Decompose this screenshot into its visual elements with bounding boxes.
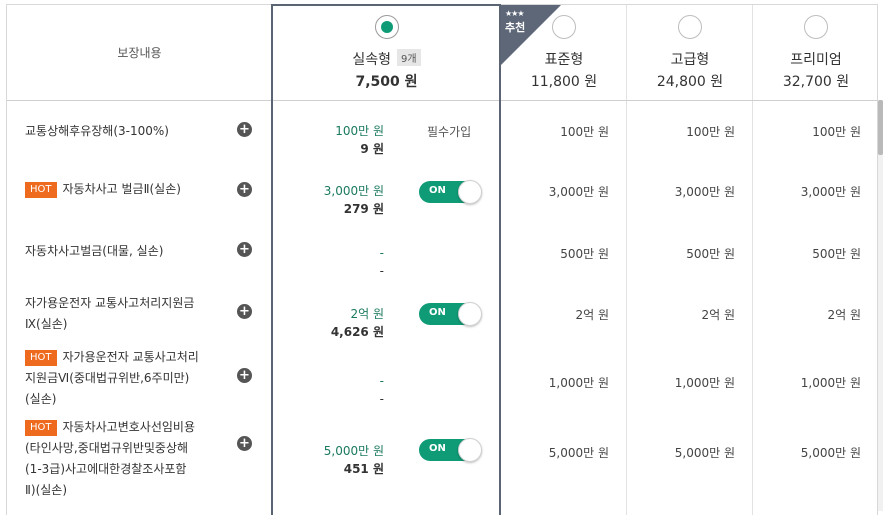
plan-header-advanced[interactable]: 고급형 24,800 원 (627, 5, 753, 101)
coverage-value-basic: - - (379, 374, 384, 406)
scrollbar-thumb[interactable] (878, 100, 883, 155)
coverage-value-premium: 1,000만 원 (800, 376, 861, 390)
table-row: 자가용운전자 교통사고처리지원금 Ⅸ(실손) + 2억 원 4,626 원 ON… (7, 293, 879, 353)
hot-badge: HOT (25, 350, 57, 366)
table-row: HOT 자가용운전자 교통사고처리 지원금Ⅵ(중대법규위반,6주미만) (실손) … (7, 347, 879, 415)
plus-icon[interactable]: + (237, 242, 252, 257)
plan-name-standard: 표준형 (544, 52, 584, 68)
coverage-header-cell: 보장내용 (7, 5, 272, 101)
table-row: 자동차사고벌금(대물, 실손) + - - 500만 원 500만 원 500만… (7, 239, 879, 289)
plus-icon[interactable]: + (237, 304, 252, 319)
coverage-value-standard: 1,000만 원 (548, 376, 609, 390)
required-label: 필수가입 (427, 125, 472, 139)
coverage-value-premium: 3,000만 원 (800, 185, 861, 199)
plan-name-advanced: 고급형 (670, 52, 710, 68)
coverage-label: HOT 자동차사고 벌금Ⅱ(실손) (25, 179, 225, 200)
scrollbar-track[interactable] (878, 100, 883, 511)
plan-price-premium: 32,700 원 (782, 74, 850, 90)
coverage-value-premium: 100만 원 (812, 125, 861, 139)
plus-icon[interactable]: + (237, 368, 252, 383)
table-row: HOT 자동차사고변호사선임비용 (타인사망,중대법규위반및중상해 (1-3급)사… (7, 417, 879, 507)
coverage-value-basic: - - (379, 246, 384, 278)
coverage-value-basic: 100만 원 9 원 (335, 124, 384, 156)
coverage-value-premium: 500만 원 (812, 247, 861, 261)
coverage-value-advanced: 100만 원 (686, 125, 735, 139)
coverage-toggle[interactable]: ON (419, 180, 482, 204)
plus-icon[interactable]: + (237, 122, 252, 137)
coverage-value-standard: 100만 원 (560, 125, 609, 139)
coverage-toggle[interactable]: ON (419, 438, 482, 462)
plus-icon[interactable]: + (237, 182, 252, 197)
coverage-value-advanced: 1,000만 원 (674, 376, 735, 390)
plan-radio-basic[interactable] (374, 15, 399, 39)
ribbon-stars-icon: ★★★ (505, 9, 524, 18)
plan-name-basic: 실속형 9개 (272, 49, 501, 69)
coverage-label: HOT 자가용운전자 교통사고처리 지원금Ⅵ(중대법규위반,6주미만) (실손) (25, 350, 199, 406)
plan-radio-standard[interactable] (552, 15, 576, 39)
table-row: 교통상해후유장해(3-100%) + 100만 원 9 원 필수가입 100만 … (7, 117, 879, 167)
coverage-value-advanced: 3,000만 원 (674, 185, 735, 199)
coverage-value-premium: 2억 원 (827, 308, 861, 322)
plan-radio-advanced[interactable] (678, 15, 702, 39)
ribbon-label: 추천 (505, 21, 526, 34)
coverage-value-premium: 5,000만 원 (800, 446, 861, 460)
table-row: HOT 자동차사고 벌금Ⅱ(실손) + 3,000만 원 279 원 ON 3,0… (7, 177, 879, 227)
plan-header-basic[interactable]: 실속형 9개 7,500 원 (272, 5, 501, 101)
coverage-value-advanced: 500만 원 (686, 247, 735, 261)
plan-header-standard[interactable]: ★★★ 추천 표준형 11,800 원 (501, 5, 627, 101)
coverage-label: HOT 자동차사고변호사선임비용 (타인사망,중대법규위반및중상해 (1-3급)사… (25, 420, 195, 497)
hot-badge: HOT (25, 182, 57, 198)
coverage-label: 자동차사고벌금(대물, 실손) (25, 244, 164, 258)
coverage-value-basic: 5,000만 원 451 원 (323, 444, 384, 476)
plan-name-premium: 프리미엄 (790, 52, 842, 68)
coverage-label: 자가용운전자 교통사고처리지원금 Ⅸ(실손) (25, 296, 195, 331)
plan-count-badge: 9개 (397, 49, 421, 66)
hot-badge: HOT (25, 420, 57, 436)
coverage-value-basic: 2억 원 4,626 원 (330, 307, 384, 339)
plan-price-standard: 11,800 원 (530, 74, 598, 90)
coverage-value-advanced: 5,000만 원 (674, 446, 735, 460)
coverage-value-basic: 3,000만 원 279 원 (323, 184, 384, 216)
plan-price-basic: 7,500 원 (355, 74, 418, 90)
coverage-value-standard: 3,000만 원 (548, 185, 609, 199)
plan-radio-premium[interactable] (804, 15, 828, 39)
coverage-value-standard: 5,000만 원 (548, 446, 609, 460)
plus-icon[interactable]: + (237, 436, 252, 451)
coverage-comparison-table: 보장내용 실속형 9개 7,500 원 ★★★ 추천 표준형 11,800 원 고… (6, 4, 879, 515)
coverage-value-advanced: 2억 원 (701, 308, 735, 322)
plan-price-advanced: 24,800 원 (656, 74, 724, 90)
coverage-label: 교통상해후유장해(3-100%) (25, 124, 169, 138)
plan-header-premium[interactable]: 프리미엄 32,700 원 (753, 5, 879, 101)
coverage-header-label: 보장내용 (117, 46, 162, 60)
coverage-toggle[interactable]: ON (419, 302, 482, 326)
coverage-value-standard: 500만 원 (560, 247, 609, 261)
coverage-value-standard: 2억 원 (575, 308, 609, 322)
